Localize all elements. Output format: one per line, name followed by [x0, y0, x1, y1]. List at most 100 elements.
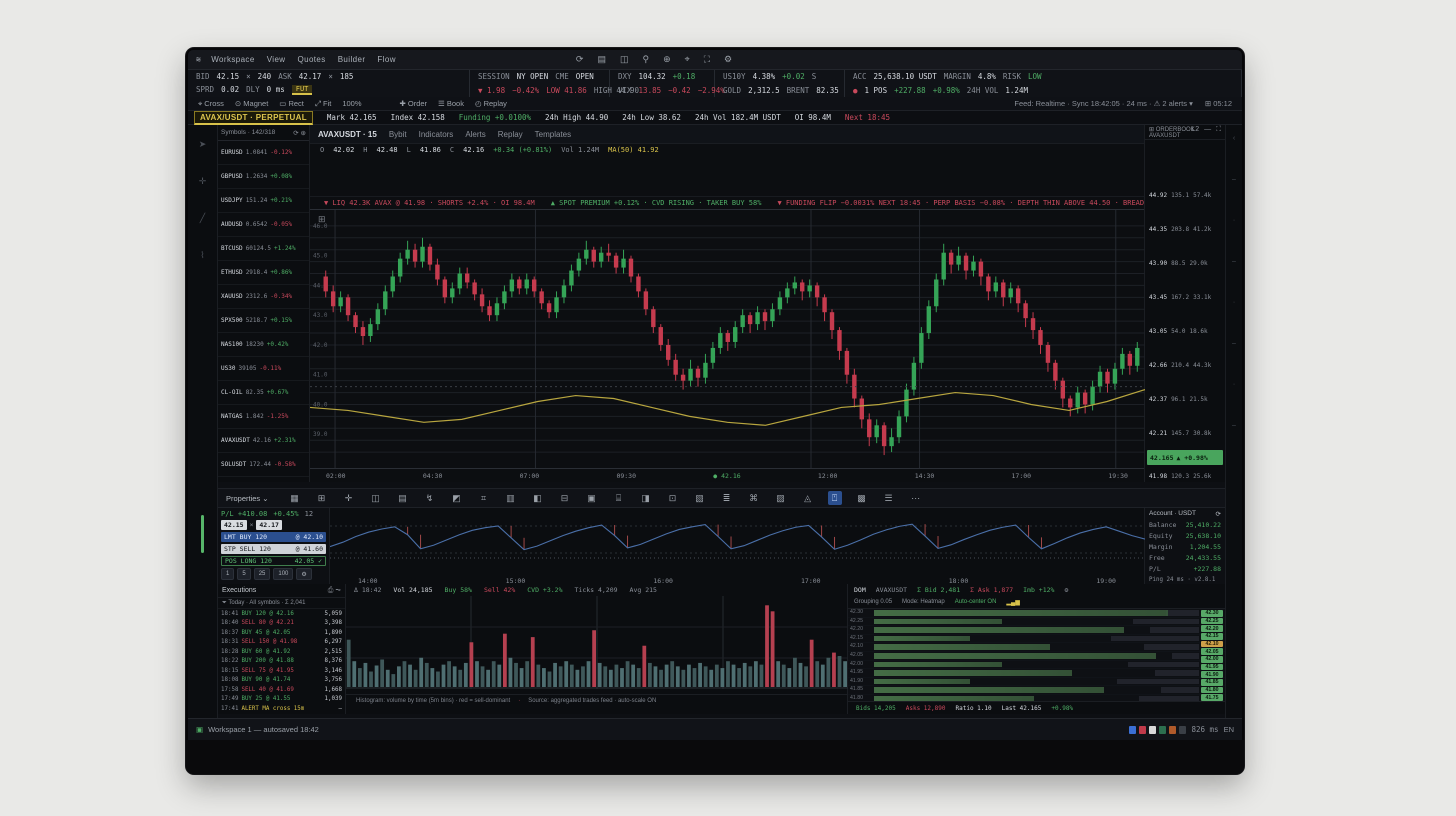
watchlist-row-us30[interactable]: US3039105-0.11% [218, 357, 309, 381]
indicator-icon-9[interactable]: ◧ [531, 491, 545, 505]
indicator-icon-18[interactable]: ▨ [774, 491, 788, 505]
size-button-100[interactable]: 100 [273, 568, 293, 580]
account-refresh-icon[interactable]: ⟳ [1216, 510, 1221, 518]
dom-row-42.15[interactable]: 42.15 [848, 635, 1225, 644]
indicator-icon-4[interactable]: ▤ [396, 491, 410, 505]
menu-item-builder[interactable]: Builder [338, 55, 366, 64]
indicator-icon-1[interactable]: ⊞ [315, 491, 329, 505]
ladder-cell-41.95[interactable]: 41.95 [1201, 664, 1223, 671]
camera-icon[interactable]: ⛶ [704, 54, 710, 65]
ladder-cell-42.25[interactable]: 42.25 [1201, 618, 1223, 625]
execution-row[interactable]: 18:40SELL 80 @ 42.213,398 [218, 619, 345, 629]
ladder-cell-42.00[interactable]: 42.00 [1201, 656, 1223, 663]
watchlist-row-audusd[interactable]: AUDUSD0.6542-0.05% [218, 213, 309, 237]
tool-rect[interactable]: ▭ Rect [279, 99, 304, 108]
ask-row[interactable]: 42.21145.730.8k [1145, 416, 1225, 450]
dom-row-42.10[interactable]: 42.10 [848, 643, 1225, 652]
ask-row[interactable]: 43.45167.233.1k [1145, 280, 1225, 314]
chart-tab-3[interactable]: Alerts [465, 130, 485, 139]
dom-row-42.00[interactable]: 42.00 [848, 661, 1225, 670]
bid-cell[interactable]: 42.15 [221, 520, 247, 530]
dom-row-42.20[interactable]: 42.20 [848, 626, 1225, 635]
tool-book[interactable]: ☰ Book [438, 99, 464, 108]
ladder-cell-41.75[interactable]: 41.75 [1201, 694, 1223, 701]
size-button-1[interactable]: 1 [221, 568, 234, 580]
orderbook-mini-buttons[interactable]: L2—⛶ [1191, 126, 1221, 134]
ask-row[interactable]: 43.0554.018.6k [1145, 314, 1225, 348]
gear-icon[interactable]: ⚙ [724, 54, 732, 65]
indicator-icon-23[interactable]: ⋯ [909, 491, 923, 505]
tool-replay[interactable]: ◴ Replay [475, 99, 507, 108]
indicator-icon-14[interactable]: ⊡ [666, 491, 680, 505]
rail-tool-icon-2[interactable]: ╱ [200, 213, 205, 224]
layout-icon[interactable]: ▤ [597, 54, 606, 65]
execution-row[interactable]: 18:41BUY 120 @ 42.165,059 [218, 609, 345, 619]
orderbook-mini-l2[interactable]: L2 [1191, 126, 1199, 134]
dom-heatmap[interactable]: 42.3042.2542.2042.1542.1042.0542.0041.95… [848, 609, 1225, 702]
size-button-⚙[interactable]: ⚙ [296, 568, 311, 580]
indicator-icon-7[interactable]: ⌗ [477, 491, 491, 505]
properties-label[interactable]: Properties ⌄ [226, 494, 269, 503]
indicator-icon-11[interactable]: ▣ [585, 491, 599, 505]
ask-row[interactable]: 43.9088.529.0k [1145, 246, 1225, 280]
ask-row[interactable]: 44.92135.157.4k [1145, 178, 1225, 212]
execution-row[interactable]: 18:08BUY 90 @ 41.743,756 [218, 676, 345, 686]
menu-item-workspace[interactable]: Workspace [211, 55, 254, 64]
ladder-cell-42.15[interactable]: 42.15 [1201, 633, 1223, 640]
rail-tool-icon-3[interactable]: ⌇ [200, 250, 204, 261]
dom-row-41.90[interactable]: 41.90 [848, 678, 1225, 687]
watchlist-row-usdjpy[interactable]: USDJPY151.24+0.21% [218, 189, 309, 213]
watchlist-row-spx500[interactable]: SPX5005218.7+0.15% [218, 309, 309, 333]
bid-row[interactable]: 41.98120.325.6k [1145, 465, 1225, 482]
execution-row[interactable]: 18:15SELL 75 @ 41.953,146 [218, 666, 345, 676]
volume-histogram[interactable] [346, 596, 848, 689]
indicator-icon-13[interactable]: ◨ [639, 491, 653, 505]
execution-row[interactable]: 18:28BUY 60 @ 41.922,515 [218, 647, 345, 657]
indicator-icon-12[interactable]: ⌸ [612, 491, 626, 505]
refresh-icon[interactable]: ⟳ [576, 54, 584, 65]
workspace-icon[interactable]: ▣ [196, 725, 203, 734]
ladder-cell-42.30[interactable]: 42.30 [1201, 610, 1223, 617]
ladder-cell-42.20[interactable]: 42.20 [1201, 625, 1223, 632]
dom-row-42.05[interactable]: 42.05 [848, 652, 1225, 661]
search-icon[interactable]: ⚲ [642, 54, 649, 65]
add-icon[interactable]: ⊕ [663, 54, 671, 65]
tool-order[interactable]: ✚ Order [400, 99, 428, 108]
chart-tab-2[interactable]: Indicators [419, 130, 454, 139]
indicator-icon-22[interactable]: ☰ [882, 491, 896, 505]
right-scroll-rail[interactable]: ‹–·–·–·– [1225, 125, 1242, 718]
watchlist-row-btcusd[interactable]: BTCUSD60124.5+1.24% [218, 237, 309, 261]
indicator-icon-20[interactable]: ⍞ [828, 491, 842, 505]
orderbook-mini-⛶[interactable]: ⛶ [1216, 126, 1221, 134]
executions-filter[interactable]: ⏷ Today · All symbols · Σ 2,041 [218, 598, 345, 609]
indicator-icon-8[interactable]: ▥ [504, 491, 518, 505]
ticket-limit-order-row[interactable]: LMT BUY 120@ 42.10 [221, 532, 326, 542]
watchlist-row-xauusd[interactable]: XAUUSD2312.6-0.34% [218, 285, 309, 309]
ticket-stop-order-row[interactable]: STP SELL 120@ 41.60 [221, 544, 326, 554]
tool-0%[interactable]: 100% [342, 99, 361, 108]
tool-fit[interactable]: ⤢ Fit [315, 99, 331, 109]
watchlist-row-nas100[interactable]: NAS10018230+0.42% [218, 333, 309, 357]
execution-row[interactable]: 17:49BUY 25 @ 41.551,039 [218, 695, 345, 705]
tool-magnet[interactable]: ⊙ Magnet [235, 99, 268, 108]
watchlist-row-cl-oil[interactable]: CL-OIL82.35+0.67% [218, 381, 309, 405]
watchlist-row-avaxusdt[interactable]: AVAXUSDT42.16+2.31% [218, 429, 309, 453]
chart-tab-4[interactable]: Replay [498, 130, 523, 139]
watchlist-row-ethusd[interactable]: ETHUSD2918.4+0.86% [218, 261, 309, 285]
ticket-bidask-cells[interactable]: 42.15×42.17 [221, 520, 326, 530]
active-symbol-label[interactable]: AVAX/USDT · PERPETUAL [194, 111, 313, 125]
execution-row[interactable]: 18:22BUY 200 @ 41.888,376 [218, 657, 345, 667]
plot-settings-icon[interactable]: ⊞ [318, 214, 326, 225]
indicator-icon-5[interactable]: ↯ [423, 491, 437, 505]
size-button-5[interactable]: 5 [237, 568, 250, 580]
ask-cell[interactable]: 42.17 [256, 520, 282, 530]
rail-tool-icon-1[interactable]: ✛ [199, 176, 207, 187]
ladder-cell-42.05[interactable]: 42.05 [1201, 648, 1223, 655]
ask-row[interactable]: 42.3796.121.5k [1145, 382, 1225, 416]
watchlist-row-gbpusd[interactable]: GBPUSD1.2634+0.08% [218, 165, 309, 189]
chart-tab-1[interactable]: Bybit [389, 130, 407, 139]
execution-row[interactable]: 18:31SELL 150 @ 41.986,297 [218, 638, 345, 648]
candlestick-plot[interactable]: ⊞ 46.045.044.043.042.041.040.039.0 [310, 209, 1144, 469]
execution-row[interactable]: 17:41ALERT MA cross 15m— [218, 704, 345, 714]
size-button-25[interactable]: 25 [254, 568, 271, 580]
